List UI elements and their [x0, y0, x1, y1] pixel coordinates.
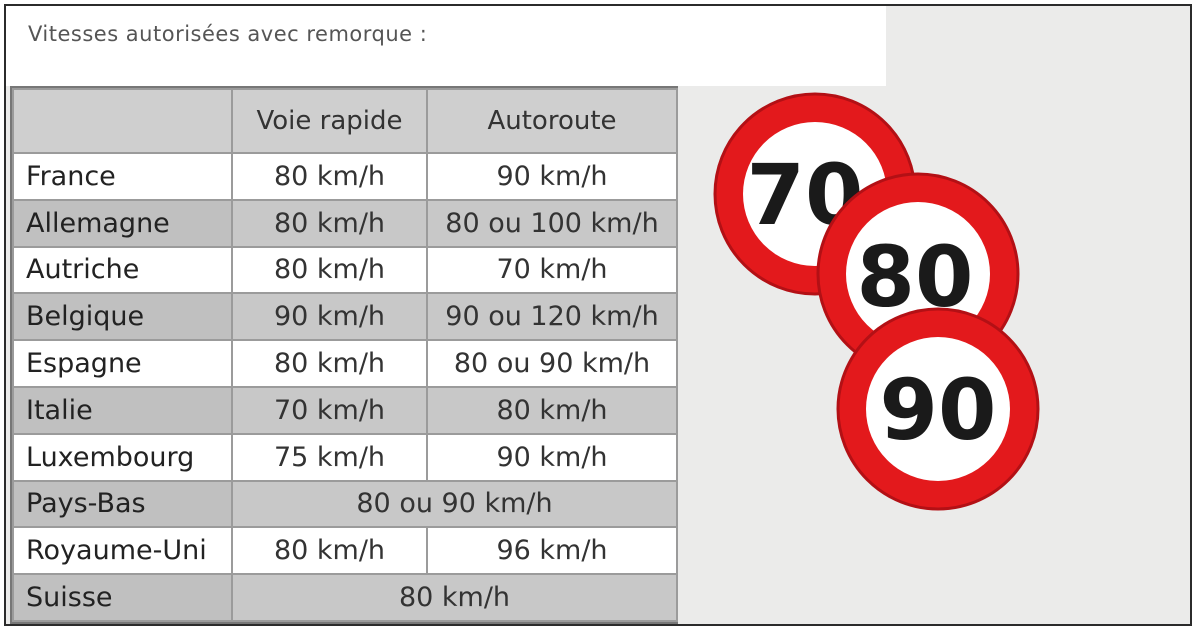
voie-rapide-cell: 80 km/h [231, 152, 428, 201]
header-voie-rapide: Voie rapide [231, 88, 428, 154]
country-cell: Luxembourg [12, 432, 233, 482]
autoroute-cell: 90 km/h [426, 432, 678, 482]
table-row: Allemagne 80 km/h 80 ou 100 km/h [12, 198, 678, 248]
header-autoroute: Autoroute [426, 88, 678, 154]
table-row: Luxembourg 75 km/h 90 km/h [12, 432, 678, 482]
table-row: Autriche 80 km/h 70 km/h [12, 245, 678, 295]
speed-signs-illustration: 70 80 90 [713, 92, 1040, 511]
speed-table-container: Voie rapide Autoroute France 80 km/h 90 … [10, 86, 678, 624]
country-cell: Suisse [12, 573, 233, 622]
country-cell: Royaume-Uni [12, 526, 233, 576]
country-cell: Autriche [12, 245, 233, 295]
merged-speed-cell: 80 km/h [231, 573, 678, 622]
voie-rapide-cell: 80 km/h [231, 245, 428, 295]
autoroute-cell: 80 ou 90 km/h [426, 339, 678, 388]
country-cell: Belgique [12, 292, 233, 342]
autoroute-cell: 96 km/h [426, 526, 678, 576]
country-cell: France [12, 152, 233, 201]
speed-table: Voie rapide Autoroute France 80 km/h 90 … [12, 88, 678, 622]
country-cell: Espagne [12, 339, 233, 388]
table-row: Italie 70 km/h 80 km/h [12, 385, 678, 435]
autoroute-cell: 80 km/h [426, 385, 678, 435]
speed-limit-90-icon: 90 [836, 307, 1040, 511]
autoroute-cell: 90 ou 120 km/h [426, 292, 678, 342]
country-cell: Allemagne [12, 198, 233, 248]
autoroute-cell: 70 km/h [426, 245, 678, 295]
autoroute-cell: 90 km/h [426, 152, 678, 201]
autoroute-cell: 80 ou 100 km/h [426, 198, 678, 248]
table-row: Espagne 80 km/h 80 ou 90 km/h [12, 339, 678, 388]
table-row: Belgique 90 km/h 90 ou 120 km/h [12, 292, 678, 342]
voie-rapide-cell: 70 km/h [231, 385, 428, 435]
voie-rapide-cell: 80 km/h [231, 526, 428, 576]
table-row: Royaume-Uni 80 km/h 96 km/h [12, 526, 678, 576]
header-empty [12, 88, 233, 154]
table-header-row: Voie rapide Autoroute [12, 88, 678, 154]
voie-rapide-cell: 90 km/h [231, 292, 428, 342]
table-row: France 80 km/h 90 km/h [12, 152, 678, 201]
country-cell: Italie [12, 385, 233, 435]
sign-90-label: 90 [880, 361, 997, 459]
merged-speed-cell: 80 ou 90 km/h [231, 479, 678, 529]
table-row: Suisse 80 km/h [12, 573, 678, 622]
page-title: Vitesses autorisées avec remorque : [28, 22, 428, 46]
title-band: Vitesses autorisées avec remorque : [6, 6, 886, 86]
voie-rapide-cell: 80 km/h [231, 198, 428, 248]
table-row: Pays-Bas 80 ou 90 km/h [12, 479, 678, 529]
country-cell: Pays-Bas [12, 479, 233, 529]
voie-rapide-cell: 75 km/h [231, 432, 428, 482]
voie-rapide-cell: 80 km/h [231, 339, 428, 388]
